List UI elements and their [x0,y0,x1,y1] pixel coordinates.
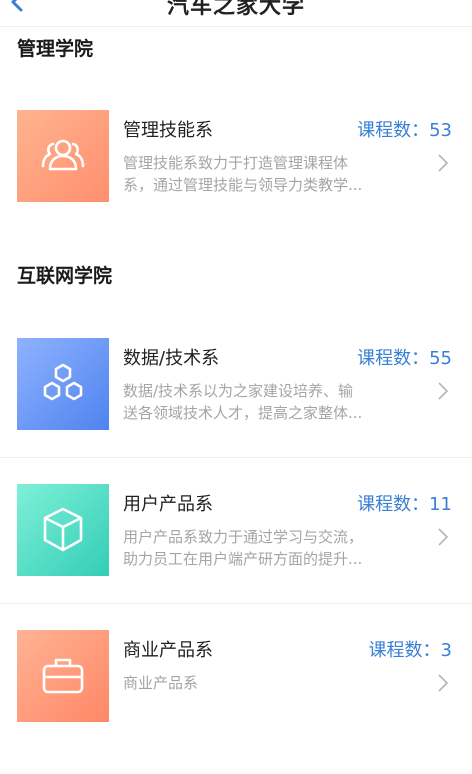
department-name: 商业产品系 [123,640,213,661]
department-description: 数据/技术系以为之家建设培养、输 送各领域技术人才，提高之家整体... [123,382,363,422]
course-count: 课程数：3 [368,640,452,661]
department-thumbnail [17,110,109,202]
list-divider [0,457,472,458]
department-thumbnail [17,484,109,576]
department-thumbnail [17,630,109,722]
section-title-internet: 互联网学院 [17,265,113,287]
department-card-business-product[interactable]: 商业产品系 课程数：3 商业产品系 [0,630,472,774]
hexagon-network-icon [43,363,83,401]
chevron-right-icon [438,528,449,546]
people-icon [41,139,85,171]
course-count: 课程数：53 [357,120,452,141]
department-thumbnail [17,338,109,430]
department-card-data-tech[interactable]: 数据/技术系 课程数：55 数据/技术系以为之家建设培养、输 送各领域技术人才，… [0,338,472,482]
department-name: 数据/技术系 [123,348,220,369]
department-name: 管理技能系 [123,120,213,141]
course-count: 课程数：55 [357,348,452,369]
chevron-right-icon [438,154,449,172]
department-name: 用户产品系 [123,494,213,515]
page-title: 汽车之家大学 [166,0,305,19]
cube-icon [43,507,83,552]
department-description: 管理技能系致力于打造管理课程体 系，通过管理技能与领导力类教学... [123,154,363,194]
department-card-user-product[interactable]: 用户产品系 课程数：11 用户产品系致力于通过学习与交流， 助力员工在用户端产研… [0,484,472,628]
course-count: 课程数：11 [357,494,452,515]
section-title-management: 管理学院 [17,38,94,60]
department-description: 用户产品系致力于通过学习与交流， 助力员工在用户端产研方面的提升... [123,528,364,568]
list-divider [0,603,472,604]
department-card-management-skills[interactable]: 管理技能系 课程数：53 管理技能系致力于打造管理课程体 系，通过管理技能与领导… [0,110,472,254]
chevron-right-icon [438,382,449,400]
briefcase-icon [42,658,84,694]
chevron-right-icon [438,674,449,692]
department-description: 商业产品系 [123,674,199,692]
nav-header: 汽车之家大学 [0,0,472,27]
